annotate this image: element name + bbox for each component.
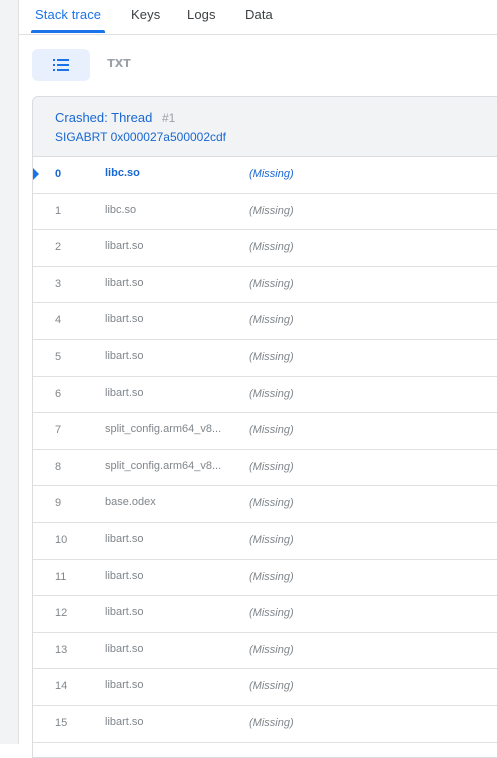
frame-symbol: (Missing) — [249, 168, 294, 180]
txt-view-button[interactable]: TXT — [101, 57, 137, 75]
frame-symbol: (Missing) — [249, 350, 294, 363]
frame-library: libart.so — [105, 642, 144, 655]
active-tab-indicator — [31, 30, 105, 33]
frame-row[interactable]: 5 libart.so (Missing) — [33, 340, 497, 377]
stack-trace-panel: Crashed: Thread #1 SIGABRT 0x000027a5000… — [32, 96, 497, 758]
frame-library: libart.so — [105, 532, 144, 545]
tab-bar: Stack trace Keys Logs Data — [19, 0, 497, 35]
tab-keys[interactable]: Keys — [131, 7, 160, 22]
frame-index: 10 — [55, 533, 68, 546]
frame-index: 1 — [55, 204, 62, 217]
frame-index: 12 — [55, 607, 68, 620]
frame-symbol: (Missing) — [249, 680, 294, 693]
frame-library: libart.so — [105, 349, 144, 362]
frame-library: libart.so — [105, 679, 144, 692]
frame-symbol: (Missing) — [249, 204, 294, 217]
frame-row[interactable]: 7 split_config.arm64_v8... (Missing) — [33, 413, 497, 450]
thread-signal: SIGABRT 0x000027a500002cdf — [55, 130, 227, 144]
frame-library: split_config.arm64_v8... — [105, 459, 222, 472]
frame-index: 9 — [55, 497, 62, 510]
frame-row[interactable]: 12 libart.so (Missing) — [33, 596, 497, 633]
frame-row[interactable]: 6 libart.so (Missing) — [33, 377, 497, 414]
frame-index: 3 — [55, 277, 62, 290]
expand-arrow-icon[interactable] — [33, 168, 39, 180]
frame-symbol: (Missing) — [249, 277, 294, 290]
frame-index: 6 — [55, 387, 62, 400]
frame-symbol: (Missing) — [249, 570, 294, 583]
frame-library: libc.so — [105, 167, 140, 179]
frame-index: 4 — [55, 314, 62, 327]
frame-list: 0 libc.so (Missing) 1 libc.so (Missing) 2 libar… — [33, 157, 497, 743]
frame-library: libart.so — [105, 606, 144, 619]
frame-index: 0 — [55, 168, 62, 180]
frame-library: libart.so — [105, 569, 144, 582]
frame-library: base.odex — [105, 496, 156, 509]
frame-row[interactable]: 0 libc.so (Missing) — [33, 157, 497, 194]
frame-row[interactable]: 4 libart.so (Missing) — [33, 303, 497, 340]
frame-index: 15 — [55, 716, 68, 729]
frame-library: split_config.arm64_v8... — [105, 423, 222, 436]
frame-library: libart.so — [105, 715, 144, 728]
thread-title: Crashed: Thread — [55, 110, 153, 125]
frame-symbol: (Missing) — [249, 387, 294, 400]
thread-header[interactable]: Crashed: Thread #1 SIGABRT 0x000027a5000… — [33, 97, 497, 157]
tab-logs[interactable]: Logs — [187, 7, 216, 22]
thread-number: #1 — [162, 111, 176, 125]
frame-symbol: (Missing) — [249, 424, 294, 437]
frame-library: libart.so — [105, 240, 144, 253]
frame-library: libart.so — [105, 386, 144, 399]
frame-library: libart.so — [105, 313, 144, 326]
frame-symbol: (Missing) — [249, 643, 294, 656]
frame-symbol: (Missing) — [249, 314, 294, 327]
list-view-button[interactable] — [32, 49, 90, 81]
frame-index: 7 — [55, 424, 62, 437]
frame-row[interactable]: 10 libart.so (Missing) — [33, 523, 497, 560]
frame-symbol: (Missing) — [249, 460, 294, 473]
frame-symbol: (Missing) — [249, 241, 294, 254]
frame-index: 13 — [55, 643, 68, 656]
frame-index: 2 — [55, 241, 62, 254]
left-rail — [0, 0, 19, 744]
frame-symbol: (Missing) — [249, 533, 294, 546]
frame-row[interactable]: 14 libart.so (Missing) — [33, 669, 497, 706]
frame-row[interactable]: 2 libart.so (Missing) — [33, 230, 497, 267]
frame-index: 5 — [55, 350, 62, 363]
frame-row[interactable]: 8 split_config.arm64_v8... (Missing) — [33, 450, 497, 487]
tab-stack-trace[interactable]: Stack trace — [35, 7, 101, 22]
frame-row[interactable]: 15 libart.so (Missing) — [33, 706, 497, 743]
frame-row[interactable]: 11 libart.so (Missing) — [33, 560, 497, 597]
frame-index: 14 — [55, 680, 68, 693]
frame-symbol: (Missing) — [249, 497, 294, 510]
frame-row[interactable]: 13 libart.so (Missing) — [33, 633, 497, 670]
list-icon — [53, 59, 69, 71]
frame-index: 11 — [55, 570, 67, 583]
frame-index: 8 — [55, 460, 62, 473]
crash-detail-content: Stack trace Keys Logs Data TXT Crashed: … — [19, 0, 497, 758]
tab-data[interactable]: Data — [245, 7, 273, 22]
frame-symbol: (Missing) — [249, 716, 294, 729]
frame-row[interactable]: 1 libc.so (Missing) — [33, 194, 497, 231]
frame-symbol: (Missing) — [249, 607, 294, 620]
frame-library: libart.so — [105, 276, 144, 289]
frame-row[interactable]: 3 libart.so (Missing) — [33, 267, 497, 304]
frame-library: libc.so — [105, 203, 137, 216]
frame-row[interactable]: 9 base.odex (Missing) — [33, 486, 497, 523]
